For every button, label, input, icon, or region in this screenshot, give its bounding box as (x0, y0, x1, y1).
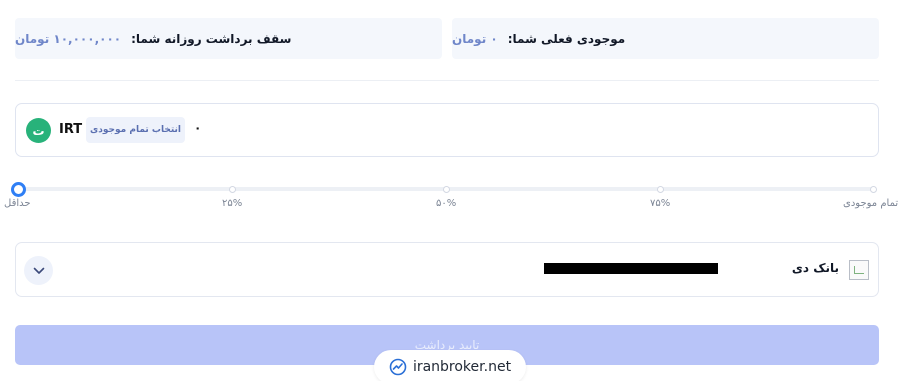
currency-code: IRT (59, 122, 83, 137)
daily-limit-label: سقف برداشت روزانه شما: (131, 31, 292, 46)
slider-label-min: حداقل (4, 198, 31, 209)
daily-limit-card: سقف برداشت روزانه شما: ۱۰,۰۰۰,۰۰۰ تومان (15, 18, 442, 59)
slider-step-50[interactable] (443, 186, 450, 193)
amount-input[interactable]: ت IRT انتخاب تمام موجودی ۰ (15, 103, 879, 157)
slider-step-max[interactable] (870, 186, 877, 193)
daily-limit-value: ۱۰,۰۰۰,۰۰۰ تومان (15, 31, 122, 46)
current-balance-value: ۰ تومان (452, 31, 498, 46)
chevron-down-icon[interactable] (24, 256, 53, 285)
slider-label-75: ۷۵% (650, 198, 671, 209)
select-all-balance-button[interactable]: انتخاب تمام موجودی (86, 117, 185, 143)
slider-step-25[interactable] (229, 186, 236, 193)
section-divider (15, 80, 879, 81)
bank-account-select[interactable]: بانک دی (15, 242, 879, 297)
toman-currency-icon: ت (26, 118, 51, 143)
watermark-badge: iranbroker.net (374, 350, 526, 381)
bank-name: بانک دی (791, 261, 839, 275)
slider-handle[interactable] (11, 182, 26, 197)
bank-logo-icon (849, 260, 869, 280)
slider-label-max: تمام موجودی (843, 198, 899, 209)
slider-step-75[interactable] (657, 186, 664, 193)
masked-account-number (544, 263, 718, 274)
slider-label-50: ۵۰% (436, 198, 457, 209)
current-balance-label: موجودی فعلی شما: (507, 31, 626, 46)
current-balance-card: موجودی فعلی شما: ۰ تومان (452, 18, 879, 59)
amount-percentage-slider[interactable]: حداقل ۲۵% ۵۰% ۷۵% تمام موجودی (0, 178, 900, 209)
slider-label-25: ۲۵% (222, 198, 243, 209)
chart-trend-icon (389, 358, 407, 376)
watermark-text: iranbroker.net (412, 359, 512, 375)
amount-value[interactable]: ۰ (194, 121, 201, 135)
